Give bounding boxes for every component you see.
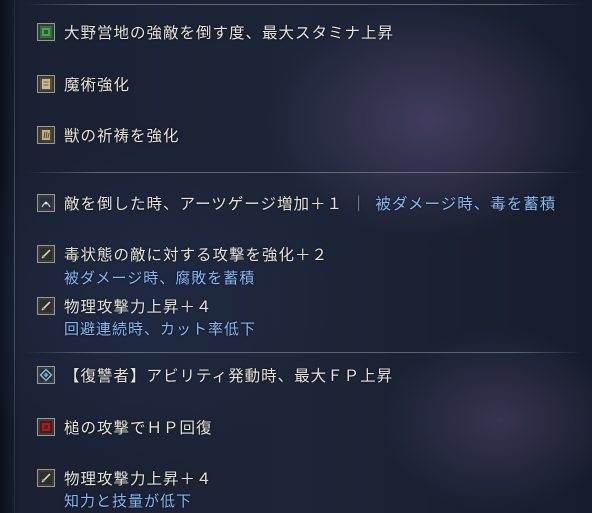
effect-positive-text: 敵を倒した時、アーツゲージ増加＋１ — [64, 195, 343, 213]
effect-text: 大野営地の強敵を倒す度、最大スタミナ上昇 — [64, 24, 395, 42]
sword-icon — [37, 245, 55, 263]
shield-diamond-icon — [37, 366, 55, 384]
sword-icon — [37, 469, 55, 487]
group-divider — [26, 4, 582, 5]
effect-negative-text: 被ダメージ時、毒を蓄積 — [375, 195, 557, 213]
group-divider — [26, 172, 582, 173]
group-divider — [26, 352, 582, 353]
effect-negative-text: 知力と技量が低下 — [64, 492, 193, 510]
effect-row: 毒状態の敵に対する攻撃を強化＋２ — [37, 243, 328, 265]
effect-row: 槌の攻撃でＨＰ回復 — [37, 416, 213, 438]
effect-row: 大野営地の強敵を倒す度、最大スタミナ上昇 — [37, 21, 394, 43]
effect-text: 毒状態の敵に対する攻撃を強化＋２ — [64, 246, 329, 264]
effect-row: 【復讐者】アビリティ発動時、最大ＦＰ上昇 — [37, 364, 393, 386]
effect-text: 【復讐者】アビリティ発動時、最大ＦＰ上昇 — [64, 367, 394, 385]
effect-text: 魔術強化 — [64, 76, 131, 94]
effect-text: 獣の祈祷を強化 — [64, 127, 180, 145]
sorcery-tome-icon — [37, 75, 55, 93]
effect-text: 槌の攻撃でＨＰ回復 — [64, 419, 213, 437]
effect-text: 敵を倒した時、アーツゲージ増加＋１ ｜ 被ダメージ時、毒を蓄積 — [64, 192, 556, 214]
effect-text: 物理攻撃力上昇＋４ — [64, 470, 213, 488]
arts-gauge-icon — [37, 194, 55, 212]
effect-row: 魔術強化 — [37, 73, 130, 95]
effect-negative-text: 回避連続時、カット率低下 — [64, 320, 257, 338]
effect-row: 獣の祈祷を強化 — [37, 124, 180, 146]
red-gem-icon — [37, 418, 55, 436]
effect-negative-text: 被ダメージ時、腐敗を蓄積 — [64, 269, 256, 287]
effect-text: 物理攻撃力上昇＋４ — [64, 298, 213, 316]
beast-claw-icon — [37, 126, 55, 144]
effect-separator: ｜ — [350, 195, 368, 213]
green-gem-icon — [37, 23, 55, 41]
effect-row: 物理攻撃力上昇＋４ — [37, 295, 213, 317]
effect-row: 物理攻撃力上昇＋４ — [37, 467, 213, 489]
effect-row: 敵を倒した時、アーツゲージ増加＋１ ｜ 被ダメージ時、毒を蓄積 — [37, 192, 556, 214]
panel-left-border — [14, 0, 15, 513]
sword-icon — [37, 297, 55, 315]
